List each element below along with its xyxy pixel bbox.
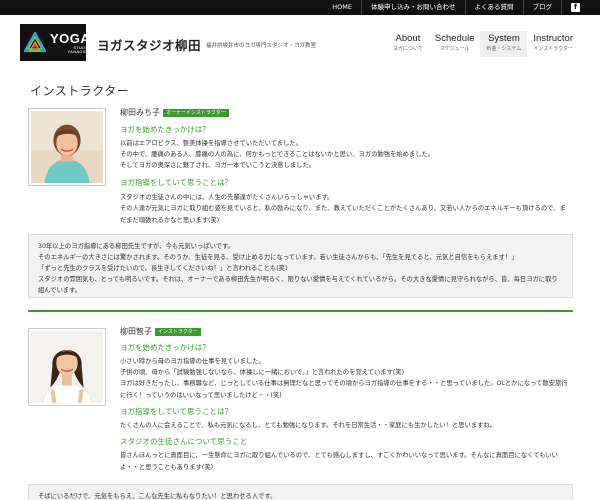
instructor-name: 柳田智子 [120, 327, 152, 336]
instructor-photo [28, 108, 106, 186]
nav-item-system[interactable]: System 料金・システム [480, 31, 528, 57]
section-text-line: ヨガは好きだったし、事務職など、じっとしている仕事は無理だなと思ってその頃からヨ… [120, 380, 568, 399]
comment-line: そばにいるだけで、元気をもらえ、こんな先生に私もなりたい！と思わせる人です。 [38, 493, 277, 500]
top-utility-bar: HOME 体験申し込み・お問い合わせ よくある質問 ブログ f [0, 0, 600, 15]
nav-label-en: Schedule [434, 33, 475, 44]
nav-label-en: System [488, 33, 520, 44]
section-question: ヨガを始めたきっかけは？ [120, 125, 210, 134]
nav-label-en: About [395, 33, 421, 44]
instructor-comment-box: 30年以上のヨガ指導にある柳田先生ですが、今も元気いっぱいです。 そのエネルギー… [28, 234, 573, 298]
section-text-line: 子供の頃、母から「試験勉強しないなら、体操しに一緒においで。」と言われたのを覚え… [120, 369, 405, 376]
comment-line: 「ずっと先生のクラスを受けたいので、長生きしてくださいね！」と言われることも(笑… [38, 265, 288, 272]
section-text-line: そしてヨガの奥深さに魅了され、ヨガ一本でいこうと決意しました。 [120, 162, 316, 169]
instructor-name-row: 柳田みち子 オーナーインストラクター [120, 107, 229, 119]
topbar-separator [561, 0, 562, 15]
yoga-logo-mark-icon [23, 30, 47, 54]
section-text-line: 皆さんほんっとに真面目に、一生懸命にヨガに取り組んでいるので、とても感心しますし… [120, 452, 558, 471]
logo-subtext: STUDIO YANAGIDA [67, 44, 91, 54]
logo-text: YOGA [50, 30, 91, 46]
portrait-image [31, 331, 103, 403]
section-question: ヨガ指導をしていて思うことは？ [120, 407, 233, 416]
topbar-link-contact[interactable]: 体験申し込み・お問い合わせ [362, 0, 465, 15]
section-text-line: 小さい時から母のヨガ指導の仕事を見ていました。 [120, 358, 265, 365]
comment-line: スタジオの雰囲気も、とっても明るいです。それは、オーナーである柳田先生が明るく、… [38, 276, 558, 294]
nav-label-jp: インストラクター [533, 46, 574, 52]
page-title: インストラクター [30, 84, 130, 98]
nav-item-schedule[interactable]: Schedule スケジュール [429, 31, 481, 57]
site-header: YOGA STUDIO YANAGIDA ヨガスタジオ柳田 福井県坂井市のヨガ専… [0, 15, 600, 65]
section-text-line: その人達が元気にヨガに取り組む姿を見ていると、私の励みになり、また、教えていただ… [120, 205, 566, 224]
instructor-badge: オーナーインストラクター [163, 109, 229, 118]
section-text-line: 以前はエアロビクス、整美体操を指導させていただいてました。 [120, 140, 302, 147]
section-text-line: スタジオの生徒さんの中には、人生の先輩達がたくさんいらっしゃいます。 [120, 194, 334, 201]
nav-label-en: Instructor [533, 33, 573, 44]
nav-item-about[interactable]: About ヨガについて [387, 31, 429, 57]
site-tagline: 福井県坂井市のヨガ専門スタジオ・ヨガ教室 [206, 43, 317, 49]
comment-line: そのエネルギーの大きさには驚かされます。そのうか、生徒を見る、受け止める力になっ… [38, 254, 518, 261]
site-name[interactable]: ヨガスタジオ柳田 [97, 36, 201, 55]
section-question: スタジオの生徒さんについて思うこと [120, 437, 248, 446]
comment-line: 30年以上のヨガ指導にある柳田先生ですが、今も元気いっぱいです。 [38, 243, 234, 250]
instructor-name: 柳田みち子 [120, 108, 160, 117]
portrait-image [31, 111, 103, 183]
section-text-line: たくさんの人に会えることで、私も元気になるし、とても勉強になります。それを日常生… [120, 422, 497, 429]
instructor-photo [28, 328, 106, 406]
facebook-icon[interactable]: f [571, 3, 580, 12]
nav-item-instructor[interactable]: Instructor インストラクター [527, 31, 579, 57]
section-question: ヨガ指導をしていて思うことは？ [120, 178, 233, 187]
section-text-line: その中で、腰痛のある人、膝痛の人の為に、何かもっとできることはないかと思い、ヨガ… [120, 151, 435, 158]
instructor-badge: インストラクター [155, 328, 201, 337]
nav-label-jp: ヨガについて [393, 46, 423, 52]
topbar-link-home[interactable]: HOME [323, 0, 361, 15]
instructor-name-row: 柳田智子 インストラクター [120, 326, 201, 338]
nav-label-jp: 料金・システム [486, 46, 522, 52]
main-nav: About ヨガについて Schedule スケジュール System 料金・シ… [387, 31, 579, 57]
topbar-link-faq[interactable]: よくある質問 [466, 0, 523, 15]
site-logo[interactable]: YOGA STUDIO YANAGIDA [20, 24, 90, 61]
instructor-comment-box: そばにいるだけで、元気をもらえ、こんな先生に私もなりたい！と思わせる人です。 [28, 484, 573, 500]
topbar-link-blog[interactable]: ブログ [524, 0, 562, 15]
nav-label-jp: スケジュール [439, 46, 470, 52]
section-question: ヨガを始めたきっかけは？ [120, 343, 210, 352]
section-divider [28, 310, 573, 312]
